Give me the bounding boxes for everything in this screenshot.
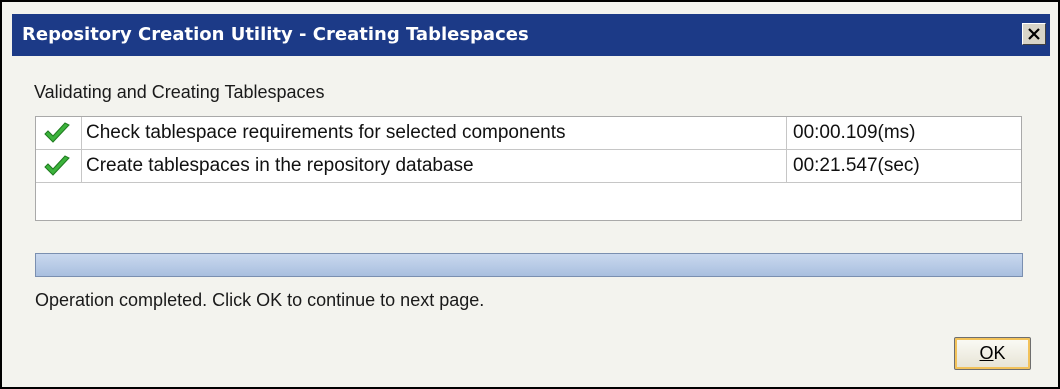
ok-button[interactable]: OK <box>954 337 1031 370</box>
status-cell <box>36 150 82 182</box>
window-title: Repository Creation Utility - Creating T… <box>22 24 529 45</box>
status-cell <box>36 117 82 149</box>
close-icon <box>1028 28 1040 40</box>
task-table: Check tablespace requirements for select… <box>35 116 1022 221</box>
green-check-icon <box>44 122 70 143</box>
rcu-dialog: Repository Creation Utility - Creating T… <box>0 0 1060 389</box>
ok-mnemonic: O <box>979 343 994 363</box>
task-description: Create tablespaces in the repository dat… <box>86 155 474 176</box>
task-time: 00:00.109(ms) <box>793 122 916 143</box>
time-cell: 00:00.109(ms) <box>786 117 1021 149</box>
title-bar[interactable]: Repository Creation Utility - Creating T… <box>12 14 1050 56</box>
table-row: Check tablespace requirements for select… <box>36 117 1021 150</box>
task-time: 00:21.547(sec) <box>793 155 920 176</box>
status-message: Operation completed. Click OK to continu… <box>35 290 485 310</box>
task-description: Check tablespace requirements for select… <box>86 122 566 143</box>
ok-label-rest: K <box>993 343 1006 363</box>
progress-bar <box>35 253 1023 277</box>
table-row: Create tablespaces in the repository dat… <box>36 150 1021 183</box>
close-button[interactable] <box>1022 23 1046 45</box>
green-check-icon <box>44 155 70 176</box>
time-cell: 00:21.547(sec) <box>786 150 1021 182</box>
progress-fill <box>36 254 1022 276</box>
section-heading: Validating and Creating Tablespaces <box>34 82 325 102</box>
